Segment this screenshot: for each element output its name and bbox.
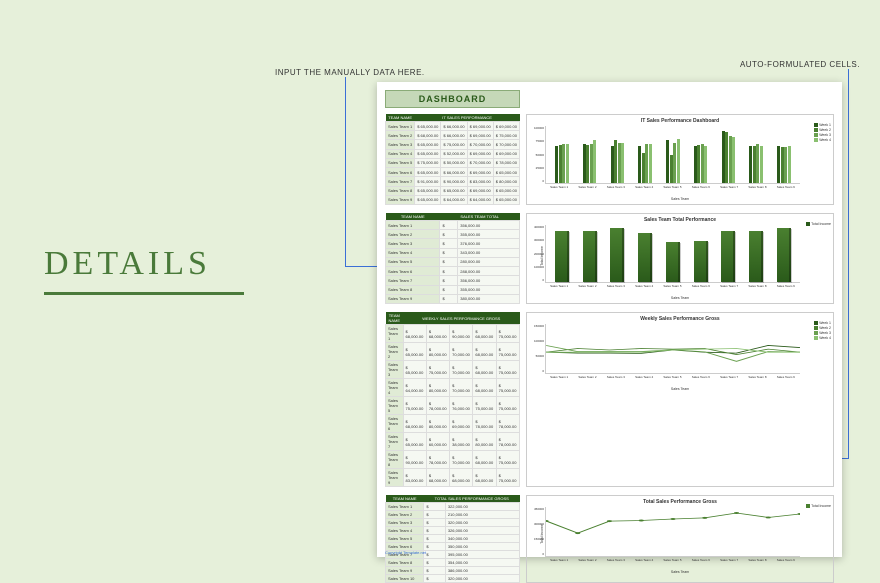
details-underline <box>44 292 244 295</box>
table-row: Sales Team 1$356,000.00 <box>386 221 520 230</box>
table-row: Sales Team 8$355,000.00 <box>386 285 520 294</box>
table-row: Sales Team 3$320,000.00 <box>386 519 520 527</box>
table-row: Sales Team 4$343,000.00 <box>386 248 520 257</box>
details-heading: DETAILS <box>44 245 211 283</box>
chart-sales-total: Sales Team Total Performance Total Incom… <box>526 213 834 304</box>
chart-it-sales-dashboard: IT Sales Performance Dashboard Week 1Wee… <box>526 114 834 205</box>
table-row: Sales Team 7$ 91,000.00$ 90,000.00$ 83,0… <box>386 177 520 186</box>
table-row: Sales Team 6$288,000.00 <box>386 267 520 276</box>
table-row: Sales Team 4$326,000.00 <box>386 527 520 535</box>
table-row: Sales Team 1$ 65,000.00$ 66,000.00$ 69,0… <box>386 122 520 131</box>
table-row: Sales Team 2$ 68,000.00$ 66,000.00$ 69,0… <box>386 131 520 140</box>
table-row: Sales Team 8$ 90,000.00$ 78,000.00$ 70,0… <box>386 451 520 469</box>
table-row: Sales Team 4$ 65,000.00$ 52,000.00$ 69,0… <box>386 149 520 158</box>
table-row: Sales Team 3$ 65,000.00$ 75,000.00$ 70,0… <box>386 140 520 149</box>
table-row: Sales Team 6$ 68,000.00$ 80,000.00$ 69,0… <box>386 415 520 433</box>
table-sales-total: TEAM NAMESALES TEAM TOTAL Sales Team 1$3… <box>385 213 520 304</box>
table-it-sales: TEAM NAMEIT SALES PERFORMANCE Sales Team… <box>385 114 520 205</box>
table-row: Sales Team 9$ 65,000.00$ 64,000.00$ 64,0… <box>386 195 520 204</box>
annotation-auto-cells: AUTO-FORMULATED CELLS. <box>740 60 860 69</box>
table-row: Sales Team 7$356,000.00 <box>386 276 520 285</box>
table-row: Sales Team 5$ 75,000.00$ 78,000.00$ 76,0… <box>386 397 520 415</box>
annotation-input-data: INPUT THE MANUALLY DATA HERE. <box>275 68 425 77</box>
document-preview: DASHBOARD TEAM NAMEIT SALES PERFORMANCE … <box>377 82 842 557</box>
chart-weekly-gross: Weekly Sales Performance Gross Week 1Wee… <box>526 312 834 487</box>
table-row: Sales Team 4$ 64,000.00$ 80,000.00$ 70,0… <box>386 379 520 397</box>
table-row: Sales Team 8$ 65,000.00$ 65,000.00$ 69,0… <box>386 186 520 195</box>
footer-copyright: Copyright Template.net <box>385 550 426 555</box>
table-row: Sales Team 2$ 65,000.00$ 80,000.00$ 70,0… <box>386 343 520 361</box>
table-row: Sales Team 6$ 65,000.00$ 66,000.00$ 69,0… <box>386 168 520 177</box>
dashboard-title: DASHBOARD <box>385 90 520 108</box>
table-row: Sales Team 5$ 75,000.00$ 50,000.00$ 70,0… <box>386 158 520 167</box>
table-row: Sales Team 8$354,000.00 <box>386 559 520 567</box>
table-row: Sales Team 9$380,000.00 <box>386 294 520 303</box>
table-weekly-gross: TEAM NAMEWEEKLY SALES PERFORMANCE GROSS … <box>385 312 520 487</box>
table-row: Sales Team 3$ 65,000.00$ 75,000.00$ 70,0… <box>386 361 520 379</box>
table-row: Sales Team 5$340,000.00 <box>386 535 520 543</box>
table-row: Sales Team 2$210,000.00 <box>386 511 520 519</box>
table-row: Sales Team 1$322,000.00 <box>386 503 520 511</box>
table-row: Sales Team 2$355,000.00 <box>386 230 520 239</box>
table-row: Sales Team 9$386,000.00 <box>386 567 520 575</box>
table-row: Sales Team 10$320,000.00 <box>386 575 520 583</box>
table-row: Sales Team 7$ 65,000.00$ 60,000.00$ 38,0… <box>386 433 520 451</box>
table-row: Sales Team 5$280,000.00 <box>386 257 520 266</box>
table-row: Sales Team 3$376,000.00 <box>386 239 520 248</box>
table-row: Sales Team 9$ 83,000.00$ 68,000.00$ 68,0… <box>386 469 520 487</box>
table-row: Sales Team 1$ 68,000.00$ 68,000.00$ 90,0… <box>386 325 520 343</box>
